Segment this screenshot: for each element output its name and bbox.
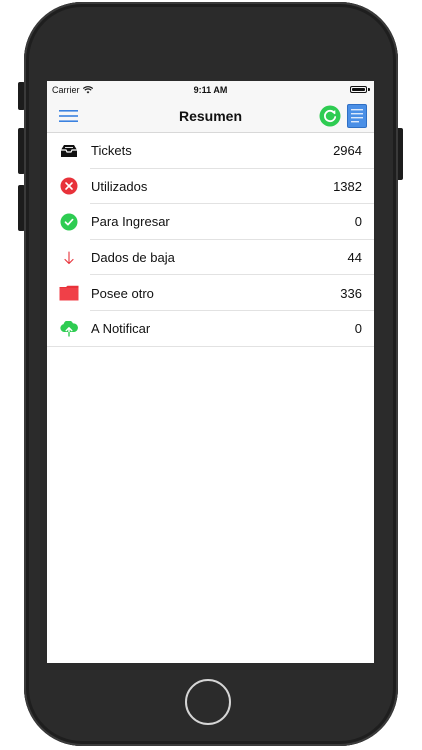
list-item-value: 0: [354, 214, 362, 230]
list-item-value: 44: [347, 250, 362, 266]
navigation-bar: Resumen: [47, 99, 374, 133]
cloud-upload-icon: [59, 319, 79, 339]
list-item-label: Tickets: [91, 143, 132, 159]
app-screen: Carrier 9:11 AM Resumen Tickets 2964 Uti…: [47, 81, 374, 663]
list-item-value: 0: [354, 321, 362, 337]
list-item[interactable]: Dados de baja 44: [47, 240, 374, 276]
list-item-label: Dados de baja: [91, 250, 175, 266]
list-item-value: 1382: [333, 178, 362, 194]
summary-list: Tickets 2964 Utilizados 1382 Para Ingres…: [47, 133, 374, 347]
inbox-tray-icon: [59, 141, 79, 161]
list-item[interactable]: Posee otro 336: [47, 275, 374, 311]
list-item-label: A Notificar: [91, 321, 151, 337]
green-check-circle-icon: [59, 212, 79, 232]
list-item-value: 2964: [333, 143, 362, 159]
red-x-circle-icon: [59, 176, 79, 196]
list-item[interactable]: Para Ingresar 0: [47, 204, 374, 240]
status-bar: Carrier 9:11 AM: [47, 81, 374, 99]
list-item-label: Utilizados: [91, 178, 148, 194]
refresh-icon[interactable]: [319, 105, 341, 127]
document-icon[interactable]: [347, 104, 367, 128]
battery-tip: [368, 88, 370, 91]
list-item-label: Para Ingresar: [91, 214, 170, 230]
list-item[interactable]: Tickets 2964: [47, 133, 374, 169]
list-item-value: 336: [340, 285, 362, 301]
battery-icon: [350, 86, 367, 93]
home-button[interactable]: [185, 679, 231, 725]
list-item-label: Posee otro: [91, 285, 154, 301]
down-arrow-icon: [59, 248, 79, 268]
list-item[interactable]: Utilizados 1382: [47, 169, 374, 205]
red-folder-icon: [59, 283, 79, 303]
status-time: 9:11 AM: [193, 85, 228, 95]
list-item[interactable]: A Notificar 0: [47, 311, 374, 347]
